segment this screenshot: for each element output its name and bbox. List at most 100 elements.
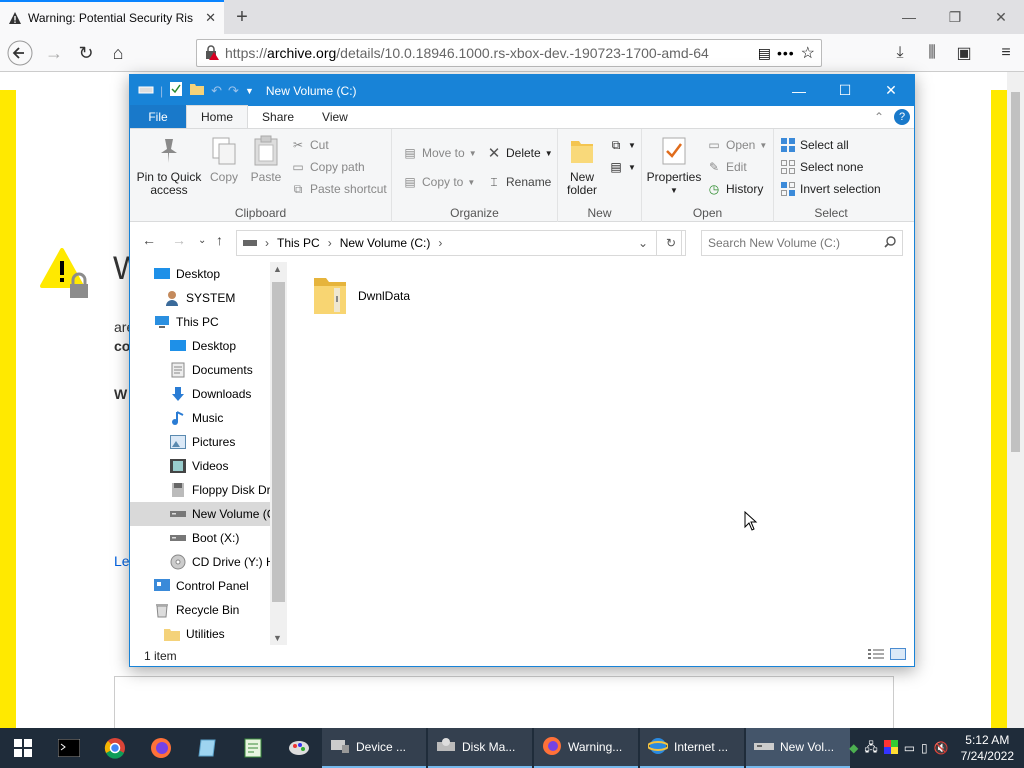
file-item[interactable]: DwnlData xyxy=(312,272,410,319)
select-none-button[interactable]: Select none xyxy=(780,159,863,175)
nav-item[interactable]: Boot (X:) xyxy=(130,526,270,550)
forward-icon[interactable]: → xyxy=(40,39,68,67)
rename-button[interactable]: ⌶ Rename xyxy=(486,174,551,190)
new-item-button[interactable]: ⧉ ▼ xyxy=(608,137,636,153)
properties-qa-icon[interactable] xyxy=(169,81,183,100)
invert-selection-button[interactable]: Invert selection xyxy=(780,181,881,197)
delete-button[interactable]: ✕ Delete ▼ xyxy=(486,145,553,162)
nav-item[interactable]: SYSTEM xyxy=(130,286,270,310)
taskbar-item[interactable]: Disk Ma... xyxy=(428,728,532,768)
copy-to-button[interactable]: ▤ Copy to ▼ xyxy=(402,174,475,190)
chrome-icon[interactable] xyxy=(92,728,138,768)
url-bar[interactable]: https://archive.org/details/10.0.18946.1… xyxy=(196,39,822,67)
nav-item[interactable]: Pictures xyxy=(130,430,270,454)
pin-to-quick-access-button[interactable]: Pin to Quick access xyxy=(136,135,202,197)
large-icons-view-icon[interactable] xyxy=(890,648,906,663)
clock[interactable]: 5:12 AM 7/24/2022 xyxy=(961,732,1014,764)
details-view-icon[interactable] xyxy=(868,648,884,663)
recent-locations-icon[interactable]: ⌄ xyxy=(198,235,206,246)
library-icon[interactable]: ⫼ xyxy=(918,39,946,67)
nav-item[interactable]: Floppy Disk Dri xyxy=(130,478,270,502)
edit-button[interactable]: ✎ Edit xyxy=(706,159,747,175)
new-folder-qa-icon[interactable] xyxy=(189,82,205,99)
nav-item[interactable]: Music xyxy=(130,406,270,430)
sidebar-icon[interactable]: ▣ xyxy=(950,39,978,67)
paste-shortcut-button[interactable]: ⧉ Paste shortcut xyxy=(290,181,387,197)
collapse-ribbon-icon[interactable]: ⌃ xyxy=(874,110,884,124)
reader-view-icon[interactable]: ▤ xyxy=(758,45,771,62)
nav-item[interactable]: New Volume (C xyxy=(130,502,270,526)
bookmark-star-icon[interactable]: ☆ xyxy=(801,43,815,63)
close-icon[interactable]: ✕ xyxy=(978,0,1024,34)
back-icon[interactable] xyxy=(6,39,34,67)
history-button[interactable]: ◷ History xyxy=(706,181,764,197)
home-icon[interactable]: ⌂ xyxy=(104,39,132,67)
scroll-up-icon[interactable]: ▲ xyxy=(273,264,282,274)
command-prompt-icon[interactable] xyxy=(46,728,92,768)
reload-icon[interactable]: ↻ xyxy=(72,39,100,67)
lock-warning-icon[interactable] xyxy=(203,44,219,63)
taskbar-item[interactable]: Internet ... xyxy=(640,728,744,768)
tab-share[interactable]: Share xyxy=(248,105,308,128)
color-icon[interactable] xyxy=(883,739,898,757)
nav-item[interactable]: Recycle Bin xyxy=(130,598,270,622)
explorer-title-bar[interactable]: | ↶ ↷ ▼ New Volume (C:) — ☐ ✕ xyxy=(130,75,914,106)
open-button[interactable]: ▭ Open ▼ xyxy=(706,137,767,153)
properties-button[interactable]: Properties ▼ xyxy=(646,135,702,197)
learn-more-link[interactable]: Le xyxy=(114,553,130,569)
help-icon[interactable]: ? xyxy=(894,109,910,125)
volume-muted-icon[interactable]: 🔇 xyxy=(934,741,949,755)
notepad-icon[interactable] xyxy=(184,728,230,768)
firefox-icon[interactable] xyxy=(138,728,184,768)
easy-access-button[interactable]: ▤ ▼ xyxy=(608,159,636,175)
restore-icon[interactable]: ❐ xyxy=(932,0,978,34)
nav-item[interactable]: CD Drive (Y:) H xyxy=(130,550,270,574)
undo-icon[interactable]: ↶ xyxy=(211,83,222,99)
minimize-icon[interactable]: — xyxy=(776,75,822,106)
new-tab-icon[interactable]: + xyxy=(229,4,255,30)
minimize-icon[interactable]: — xyxy=(886,0,932,34)
page-scrollbar[interactable] xyxy=(1007,72,1024,728)
nav-item[interactable]: Desktop xyxy=(130,334,270,358)
url-text[interactable]: https://archive.org/details/10.0.18946.1… xyxy=(225,45,752,61)
search-box[interactable]: Search New Volume (C:) xyxy=(701,230,903,256)
nav-item[interactable]: Documents xyxy=(130,358,270,382)
display-icon[interactable]: ▭ xyxy=(904,741,915,755)
tab-view[interactable]: View xyxy=(308,105,362,128)
taskbar-item[interactable]: New Vol... xyxy=(746,728,850,768)
move-to-button[interactable]: ▤ Move to ▼ xyxy=(402,145,476,161)
breadcrumb-new-volume[interactable]: New Volume (C:) xyxy=(340,236,431,250)
paste-button[interactable]: Paste xyxy=(244,135,288,184)
task-list-icon[interactable] xyxy=(230,728,276,768)
refresh-icon[interactable]: ↻ xyxy=(656,230,686,256)
maximize-icon[interactable]: ☐ xyxy=(822,75,868,106)
menu-icon[interactable]: ≡ xyxy=(992,39,1020,67)
nav-item[interactable]: Downloads xyxy=(130,382,270,406)
close-tab-icon[interactable]: ✕ xyxy=(205,10,216,26)
nav-item[interactable]: Control Panel xyxy=(130,574,270,598)
taskbar-item[interactable]: Warning... xyxy=(534,728,638,768)
select-all-button[interactable]: Select all xyxy=(780,137,849,153)
nav-item[interactable]: This PC xyxy=(130,310,270,334)
new-folder-button[interactable]: New folder xyxy=(562,135,602,197)
address-bar[interactable]: › This PC › New Volume (C:) › xyxy=(236,230,682,256)
tab-file[interactable]: File xyxy=(130,105,186,128)
copy-path-button[interactable]: ▭ Copy path xyxy=(290,159,364,175)
nav-scrollbar[interactable]: ▲ ▼ xyxy=(270,262,287,645)
forward-icon[interactable]: → xyxy=(172,232,186,248)
up-icon[interactable]: ↑ xyxy=(216,232,223,248)
customize-qa-icon[interactable]: ▼ xyxy=(245,86,254,96)
address-dropdown-icon[interactable]: ⌄ xyxy=(630,230,656,256)
nav-item[interactable]: Videos xyxy=(130,454,270,478)
close-icon[interactable]: ✕ xyxy=(868,75,914,106)
paint-icon[interactable] xyxy=(276,728,322,768)
nav-item[interactable]: Desktop xyxy=(130,262,270,286)
page-actions-icon[interactable]: ••• xyxy=(777,45,795,61)
taskbar-item[interactable]: Device ... xyxy=(322,728,426,768)
redo-icon[interactable]: ↷ xyxy=(228,83,239,99)
scroll-down-icon[interactable]: ▼ xyxy=(273,633,282,643)
network-share-icon[interactable]: ◆ xyxy=(849,741,858,755)
browser-tab[interactable]: Warning: Potential Security Ris ✕ xyxy=(0,0,224,34)
breadcrumb-this-pc[interactable]: This PC xyxy=(277,236,320,250)
back-icon[interactable]: ← xyxy=(142,232,156,248)
